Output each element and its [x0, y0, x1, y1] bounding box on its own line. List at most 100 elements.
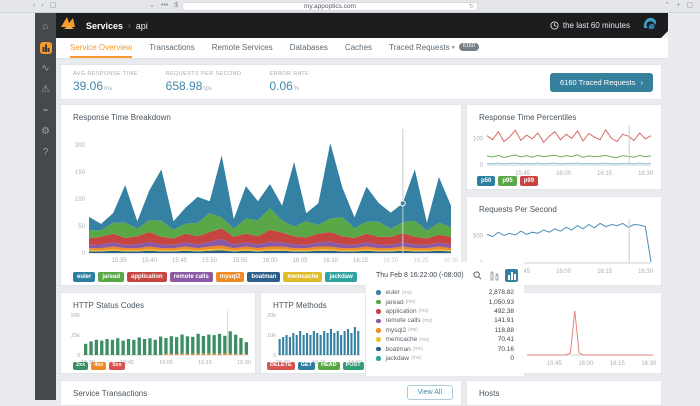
svg-text:16:00: 16:00: [556, 269, 572, 275]
browser-share-icon[interactable]: ⌃: [664, 0, 670, 12]
legend-values-toggle-icon[interactable]: [505, 269, 518, 282]
legend-chip-remote-calls[interactable]: remote calls: [169, 272, 213, 282]
series-color-dot: [376, 356, 381, 361]
svg-text:100: 100: [75, 197, 86, 203]
view-all-button[interactable]: View All: [406, 385, 453, 400]
breadcrumb-current-service[interactable]: api: [136, 21, 148, 31]
response-time-percentiles-panel: Response Time Percentiles 100 0 15:45 16:00…: [466, 104, 662, 190]
tooltip-row-mysql2: mysql2 (ms) 118.88: [376, 326, 514, 335]
legend-chip-application[interactable]: application: [127, 272, 167, 282]
series-color-dot: [376, 290, 381, 295]
sidebar-active-icon: [39, 41, 52, 54]
legend-chip-delete[interactable]: DELETE: [267, 361, 295, 370]
svg-text:15:35: 15:35: [112, 258, 128, 264]
browser-wallet-icon[interactable]: $: [174, 0, 178, 12]
traced-requests-button[interactable]: 6160 Traced Requests ›: [550, 73, 653, 92]
sidebar-item-traces[interactable]: ⌁: [35, 100, 56, 121]
series-value: 1,050.93: [488, 298, 514, 306]
svg-text:150: 150: [75, 170, 86, 176]
address-bar[interactable]: my.appoptics.com ↻: [182, 2, 478, 11]
series-value: 492.38: [494, 307, 514, 315]
stat-value: 0.06%: [269, 79, 300, 93]
traced-requests-count-badge: 6160: [458, 43, 479, 51]
svg-text:15:45: 15:45: [172, 258, 188, 264]
legend-chip-2xx[interactable]: 2xx: [73, 361, 89, 370]
stat-label: AVG RESPONSE TIME: [73, 71, 138, 77]
tab-traced-requests[interactable]: Traced Requests ▾ 6160: [389, 38, 479, 58]
legend-chip-get[interactable]: GET: [297, 361, 316, 370]
appoptics-logo-icon[interactable]: [60, 16, 78, 35]
legend-chip-post[interactable]: POST: [342, 361, 364, 370]
legend-chip-memcache[interactable]: memcache: [283, 272, 323, 282]
traces-icon: ⌁: [42, 104, 49, 116]
series-value: 0: [510, 354, 514, 362]
tooltip-row-remote-calls: remote calls (ms) 141.91: [376, 316, 514, 325]
browser-shield-icon[interactable]: ⌄: [149, 0, 155, 12]
series-value: 2,878.82: [488, 289, 514, 297]
sidebar-item-help[interactable]: ?: [35, 142, 56, 163]
alerts-icon: ⚠: [41, 83, 50, 95]
swirl-logo-icon: [642, 16, 658, 36]
svg-text:25k: 25k: [71, 333, 80, 339]
breadcrumb-separator: ›: [128, 21, 131, 30]
sidebar-item-settings[interactable]: ⚙: [35, 121, 56, 142]
legend-sort-icon[interactable]: [488, 269, 501, 282]
browser-tabs-icon[interactable]: ▢: [686, 0, 693, 12]
sidebar-item-home[interactable]: ⌂: [35, 16, 56, 37]
sidebar-item-alerts[interactable]: ⚠: [35, 79, 56, 100]
legend-chip-jaread[interactable]: jaread: [98, 272, 125, 282]
series-name: memcache: [385, 336, 418, 344]
svg-text:16:00: 16:00: [159, 360, 173, 366]
tooltip-row-jaread: jaread (ms) 1,050.93: [376, 297, 514, 306]
series-unit: (ms): [401, 289, 412, 296]
sidebar-item-metrics[interactable]: ∿: [35, 58, 56, 79]
legend-chip-p95[interactable]: p95: [498, 176, 517, 186]
time-range-selector[interactable]: the last 60 minutes: [550, 21, 630, 30]
svg-text:100: 100: [473, 136, 484, 142]
svg-text:50: 50: [78, 224, 85, 230]
browser-new-tab-icon[interactable]: +: [676, 0, 680, 12]
series-unit: (ms): [412, 346, 423, 353]
svg-text:15:50: 15:50: [202, 258, 218, 264]
tab-service-overview[interactable]: Service Overview: [70, 38, 133, 58]
series-unit: (ms): [408, 327, 419, 334]
tab-label: Traced Requests: [389, 42, 450, 52]
hosts-panel: Hosts: [466, 380, 662, 406]
tooltip-row-jackdaw: jackdaw (ms) 0: [376, 354, 514, 363]
metrics-icon: ∿: [41, 62, 50, 74]
series-unit: (ms): [418, 308, 429, 315]
svg-text:200: 200: [75, 143, 86, 149]
refresh-icon[interactable]: ↻: [469, 3, 474, 11]
browser-forward-icon[interactable]: ›: [41, 0, 43, 12]
browser-sidebar-icon[interactable]: ▢: [50, 0, 57, 12]
legend-chip-jackdaw[interactable]: jackdaw: [325, 272, 357, 282]
series-color-dot: [376, 299, 381, 305]
tab-transactions[interactable]: Transactions: [149, 38, 195, 58]
series-value: 141.91: [494, 317, 514, 325]
time-range-label: the last 60 minutes: [562, 21, 630, 30]
zoom-icon[interactable]: [471, 269, 484, 282]
tab-caches[interactable]: Caches: [345, 38, 372, 58]
legend-chip-mysql2[interactable]: mysql2: [215, 272, 245, 282]
sidebar-item-services[interactable]: [35, 37, 56, 58]
breakdown-chart[interactable]: 200 150 100 50 0 15:35 15:40 15:45 15:50 15:55 16:…: [63, 121, 461, 269]
series-name: boatman: [385, 345, 411, 353]
browser-extensions-icon[interactable]: •••: [161, 0, 168, 12]
series-unit: (ms): [422, 317, 433, 324]
tab-databases[interactable]: Databases: [290, 38, 328, 58]
series-name: application: [385, 307, 417, 315]
breadcrumb-services[interactable]: Services: [86, 21, 123, 31]
tab-remote-services[interactable]: Remote Services: [212, 38, 273, 58]
legend-chip-4xx[interactable]: 4xx: [91, 361, 107, 370]
browser-back-icon[interactable]: ‹: [33, 0, 35, 12]
legend-chip-5xx[interactable]: 5xx: [109, 361, 125, 370]
stat-error-rate: ERROR RATE 0.06%: [269, 71, 309, 93]
legend-chip-euler[interactable]: euler: [73, 272, 96, 282]
legend-chip-p99[interactable]: p99: [519, 176, 539, 186]
legend-chip-boatman[interactable]: boatman: [247, 272, 281, 282]
percentiles-chart[interactable]: 100015:45 16:00 16:15 16:30: [467, 119, 661, 181]
legend-chip-head[interactable]: HEAD: [318, 361, 340, 370]
svg-text:16:15: 16:15: [597, 269, 613, 275]
tooltip-series-values: euler (ms) 2,878.82 jaread (ms) 1,050.93 appli…: [366, 284, 524, 363]
legend-chip-p50[interactable]: p50: [477, 176, 496, 186]
